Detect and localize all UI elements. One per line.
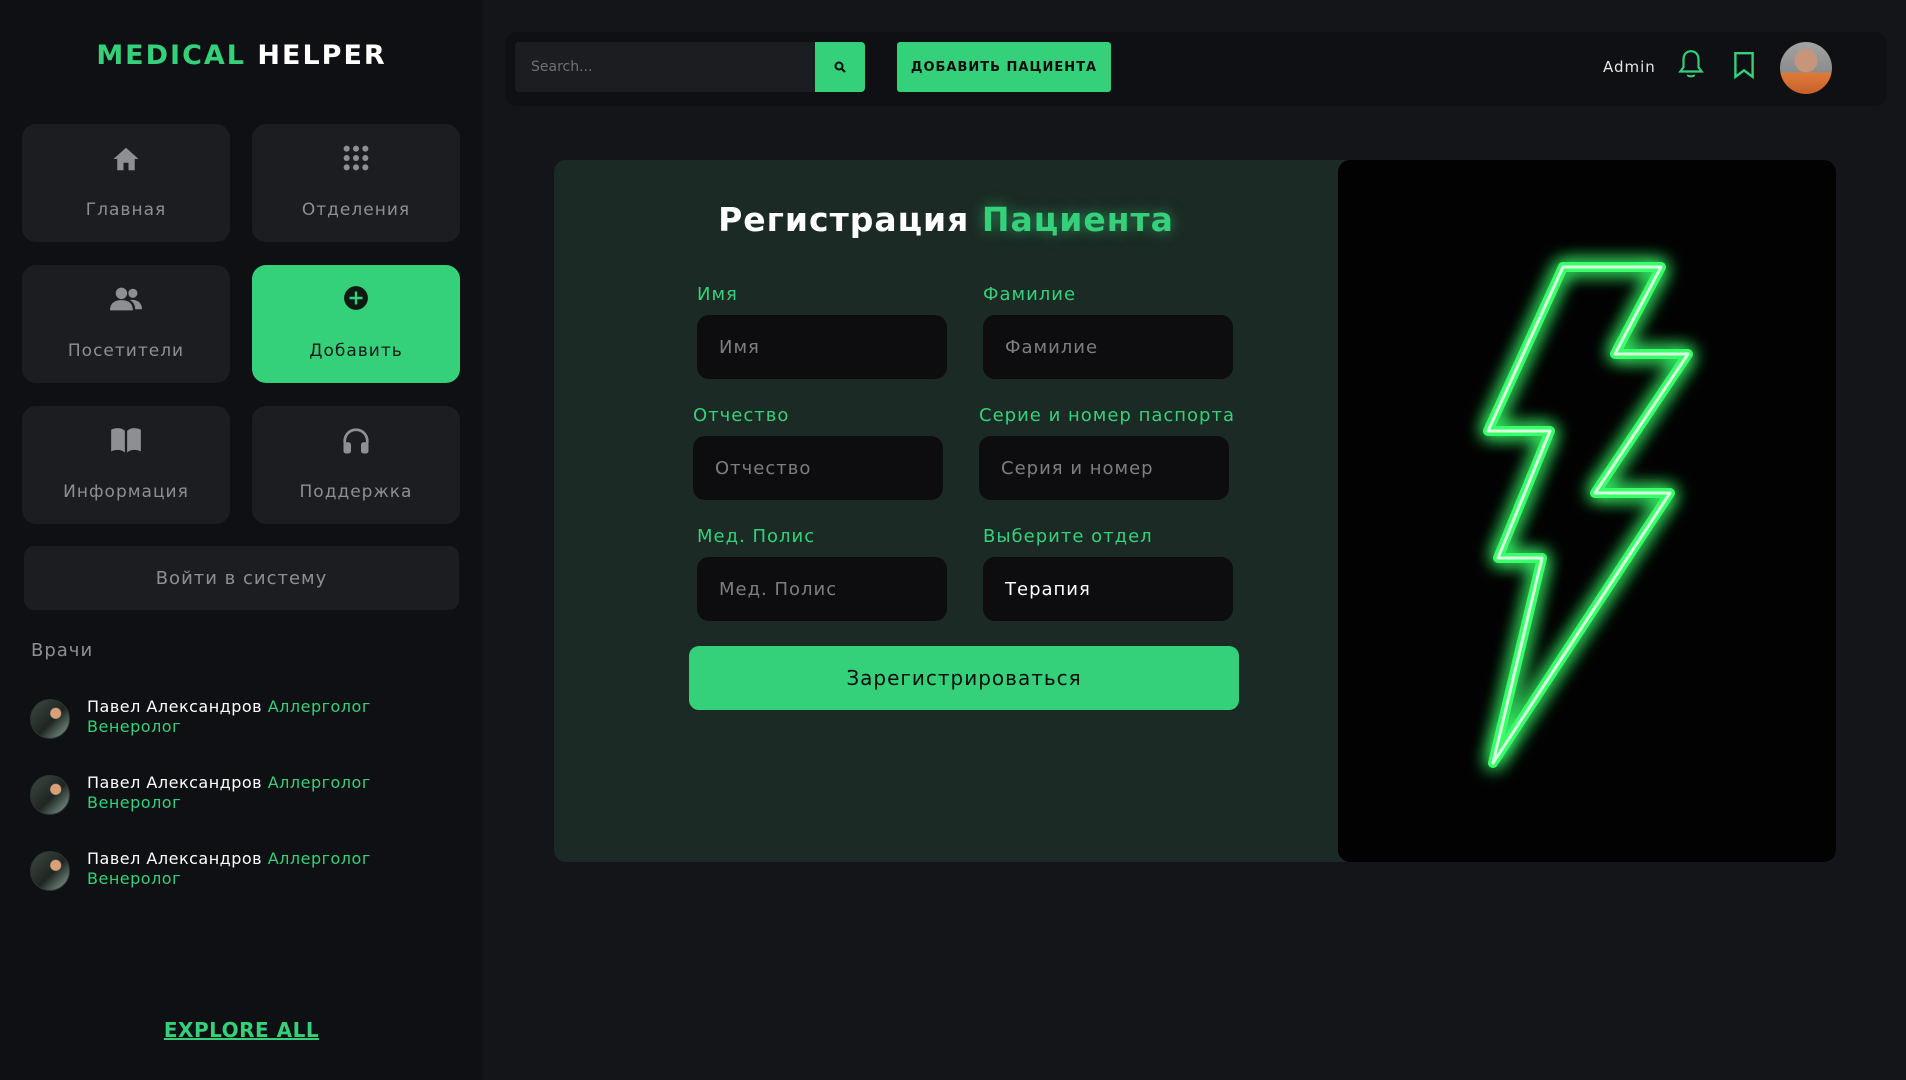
sidebar: MEDICAL HELPER Главная Отделения Посетит… <box>0 0 483 1080</box>
neon-lightning-icon <box>1483 262 1693 768</box>
search-input[interactable] <box>515 42 815 92</box>
nav-tile-info[interactable]: Информация <box>22 406 230 524</box>
form-title-part2: Пациента <box>981 200 1174 239</box>
app-logo[interactable]: MEDICAL HELPER <box>0 40 483 71</box>
nav-tile-label: Информация <box>63 482 189 502</box>
bell-icon[interactable] <box>1678 49 1704 83</box>
book-icon <box>22 426 230 458</box>
doctor-name: Павел Александров <box>87 697 263 716</box>
patronymic-label: Отчество <box>693 405 790 426</box>
department-label: Выберите отдел <box>983 526 1153 547</box>
doctor-name: Павел Александров <box>87 773 263 792</box>
doctor-name: Павел Александров <box>87 849 263 868</box>
users-icon <box>22 285 230 317</box>
nav-tile-departments[interactable]: Отделения <box>252 124 460 242</box>
nav-tile-visitors[interactable]: Посетители <box>22 265 230 383</box>
passport-label: Серие и номер паспорта <box>979 405 1235 426</box>
plus-circle-icon <box>252 285 460 317</box>
nav-tile-label: Посетители <box>67 341 185 361</box>
logo-part-medical: MEDICAL <box>96 40 246 71</box>
doctors-title: Врачи <box>31 640 94 661</box>
top-bar: ДОБАВИТЬ ПАЦИЕНТА Admin <box>505 32 1887 106</box>
first-name-label: Имя <box>697 284 738 305</box>
nav-tile-label: Отделения <box>301 200 411 220</box>
patronymic-field[interactable] <box>693 436 943 500</box>
bookmark-icon[interactable] <box>1733 51 1755 83</box>
policy-field[interactable] <box>697 557 947 621</box>
last-name-field[interactable] <box>983 315 1233 379</box>
search-button[interactable] <box>815 42 865 92</box>
form-title: Регистрация Пациента <box>554 200 1338 239</box>
nav-tile-label: Поддержка <box>299 482 413 502</box>
home-icon <box>22 144 230 176</box>
doctor-item[interactable]: Павел Александров Аллерголог Венеролог <box>30 697 450 741</box>
last-name-label: Фамилие <box>983 284 1077 305</box>
add-patient-button[interactable]: ДОБАВИТЬ ПАЦИЕНТА <box>897 42 1111 92</box>
first-name-field[interactable] <box>697 315 947 379</box>
doctor-avatar <box>30 699 70 739</box>
doctor-item[interactable]: Павел Александров Аллерголог Венеролог <box>30 773 450 817</box>
doctor-avatar <box>30 775 70 815</box>
policy-label: Мед. Полис <box>697 526 816 547</box>
passport-field[interactable] <box>979 436 1229 500</box>
department-select[interactable]: Терапия <box>983 557 1233 621</box>
login-button[interactable]: Войти в систему <box>24 546 459 610</box>
registration-card: Регистрация Пациента Имя Фамилие Отчеств… <box>554 160 1836 862</box>
form-title-part1: Регистрация <box>718 200 970 239</box>
nav-tile-label: Добавить <box>309 341 403 361</box>
illustration-panel <box>1338 160 1836 862</box>
nav-tile-add[interactable]: Добавить <box>252 265 460 383</box>
doctor-avatar <box>30 851 70 891</box>
explore-all-link[interactable]: EXPLORE ALL <box>0 1018 483 1042</box>
nav-tile-home[interactable]: Главная <box>22 124 230 242</box>
nav-tile-label: Главная <box>85 200 167 220</box>
grid-icon <box>252 144 460 176</box>
user-name[interactable]: Admin <box>1603 58 1656 76</box>
nav-tile-support[interactable]: Поддержка <box>252 406 460 524</box>
user-avatar[interactable] <box>1780 42 1832 94</box>
search-icon <box>834 61 846 73</box>
doctor-item[interactable]: Павел Александров Аллерголог Венеролог <box>30 849 450 893</box>
logo-part-helper: HELPER <box>257 40 387 71</box>
headphones-icon <box>252 426 460 458</box>
register-button[interactable]: Зарегистрироваться <box>689 646 1239 710</box>
